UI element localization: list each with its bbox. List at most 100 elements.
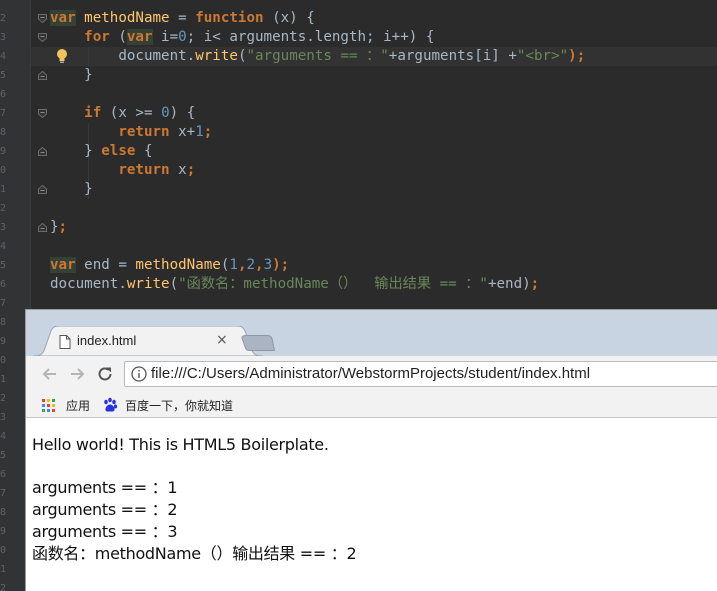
line-number: 0 — [0, 545, 6, 556]
apps-grid-icon — [42, 398, 56, 417]
code-token: else — [101, 143, 136, 159]
code-token: ); — [272, 257, 290, 273]
code-token: "arguments == ：" — [246, 48, 389, 64]
code-token: } — [50, 181, 93, 197]
line-number: 9 — [0, 336, 6, 347]
output-line: arguments == ：1 — [32, 478, 178, 497]
line-number: 9 — [0, 526, 6, 537]
browser-window: index.html × file:///C:/Users/Administra… — [25, 309, 717, 591]
code-line[interactable]: } — [50, 66, 93, 85]
line-number: 8 — [0, 507, 6, 518]
line-number: 3 — [0, 32, 6, 43]
fold-marker-icon[interactable] — [38, 109, 47, 118]
tab-strip: index.html × — [26, 310, 717, 356]
code-token: 3 — [263, 257, 273, 273]
tab-title: index.html — [77, 333, 137, 348]
code-line[interactable]: if (x >= 0) { — [50, 104, 195, 123]
line-number: 0 — [0, 355, 6, 366]
code-token: methodName — [135, 257, 221, 273]
line-number: 3 — [0, 412, 6, 423]
code-token: ; i< arguments.length; i++) { — [186, 29, 435, 45]
code-token: write — [126, 276, 170, 292]
code-token: x+ — [169, 124, 196, 140]
line-number: 5 — [0, 70, 6, 81]
tab-close-icon[interactable]: × — [216, 332, 228, 348]
line-number: 2 — [0, 583, 6, 591]
output-line: arguments == ：3 — [32, 522, 178, 541]
code-token: ; — [203, 124, 213, 140]
line-number: 2 — [0, 393, 6, 404]
line-number: 5 — [0, 450, 6, 461]
tab-index-html[interactable]: index.html × — [33, 326, 263, 356]
code-token: ) { — [169, 105, 196, 121]
code-token: document. — [50, 48, 196, 64]
line-number: 6 — [0, 89, 6, 100]
fold-marker-icon[interactable] — [38, 147, 47, 156]
forward-button[interactable] — [67, 364, 87, 384]
code-token: return — [118, 162, 170, 178]
back-button[interactable] — [40, 364, 60, 384]
reload-button[interactable] — [95, 364, 115, 384]
code-line[interactable]: } — [50, 180, 93, 199]
bookmark-baidu[interactable]: 百度一下，你就知道 — [102, 397, 272, 413]
code-line[interactable]: }; — [50, 218, 67, 237]
code-token: 0 — [178, 29, 187, 45]
fold-marker-icon[interactable] — [38, 223, 47, 232]
code-token: } — [50, 67, 93, 83]
code-token: methodName — [84, 10, 170, 26]
code-line[interactable]: } else { — [50, 142, 153, 161]
line-number: 1 — [0, 184, 6, 195]
line-number: 6 — [0, 469, 6, 480]
line-number: 4 — [0, 431, 6, 442]
bookmark-label: 应用 — [66, 399, 91, 413]
page-content: Hello world! This is HTML5 Boilerplate. … — [26, 418, 717, 591]
line-number: 7 — [0, 298, 6, 309]
code-token: if — [84, 105, 102, 121]
fold-marker-icon[interactable] — [38, 14, 47, 23]
code-line[interactable]: for (var i=0; i< arguments.length; i++) … — [50, 28, 434, 47]
code-token: write — [195, 48, 238, 64]
code-token: function — [195, 10, 264, 26]
code-token: 0 — [161, 105, 170, 121]
code-token: ( — [169, 276, 179, 292]
code-token: "函数名：methodName（） 输出结果 == ：" — [178, 276, 488, 292]
line-number: 8 — [0, 317, 6, 328]
page-info-icon[interactable] — [131, 366, 147, 382]
code-line[interactable]: var end = methodName(1,2,3); — [50, 256, 289, 275]
code-line[interactable]: return x; — [50, 161, 195, 180]
code-line[interactable]: var methodName = function (x) { — [50, 9, 315, 28]
code-token: ( — [109, 29, 127, 45]
line-number: 1 — [0, 564, 6, 575]
fold-marker-icon[interactable] — [38, 185, 47, 194]
address-bar[interactable]: file:///C:/Users/Administrator/WebstormP… — [124, 361, 717, 387]
code-token: (x >= — [101, 105, 162, 121]
code-token: i= — [152, 29, 179, 45]
code-token: , — [255, 257, 264, 273]
code-line[interactable]: return x+1; — [50, 123, 212, 142]
line-number: 6 — [0, 279, 6, 290]
code-token: { — [135, 143, 153, 159]
code-line[interactable]: document.write("arguments == ："+argument… — [50, 47, 585, 66]
code-token: ; — [186, 162, 196, 178]
code-token: +arguments[i] + — [388, 48, 517, 64]
code-token: 1 — [195, 124, 204, 140]
code-line[interactable]: document.write("函数名：methodName（） 输出结果 ==… — [50, 275, 539, 294]
line-number: 2 — [0, 13, 6, 24]
browser-toolbar: file:///C:/Users/Administrator/WebstormP… — [26, 356, 717, 392]
line-number: 2 — [0, 203, 6, 214]
code-token: var — [126, 29, 153, 45]
fold-marker-icon[interactable] — [38, 33, 47, 42]
fold-marker-icon[interactable] — [38, 71, 47, 80]
new-tab-button[interactable] — [241, 335, 276, 351]
bookmarks-bar: 应用 百度一下，你就知道 — [26, 392, 717, 418]
output-line: 函数名：methodName（）输出结果 == ：2 — [32, 544, 357, 563]
code-token: document. — [50, 276, 127, 292]
url-text: file:///C:/Users/Administrator/WebstormP… — [151, 365, 591, 382]
line-number: 5 — [0, 260, 6, 271]
line-number: 4 — [0, 241, 6, 252]
